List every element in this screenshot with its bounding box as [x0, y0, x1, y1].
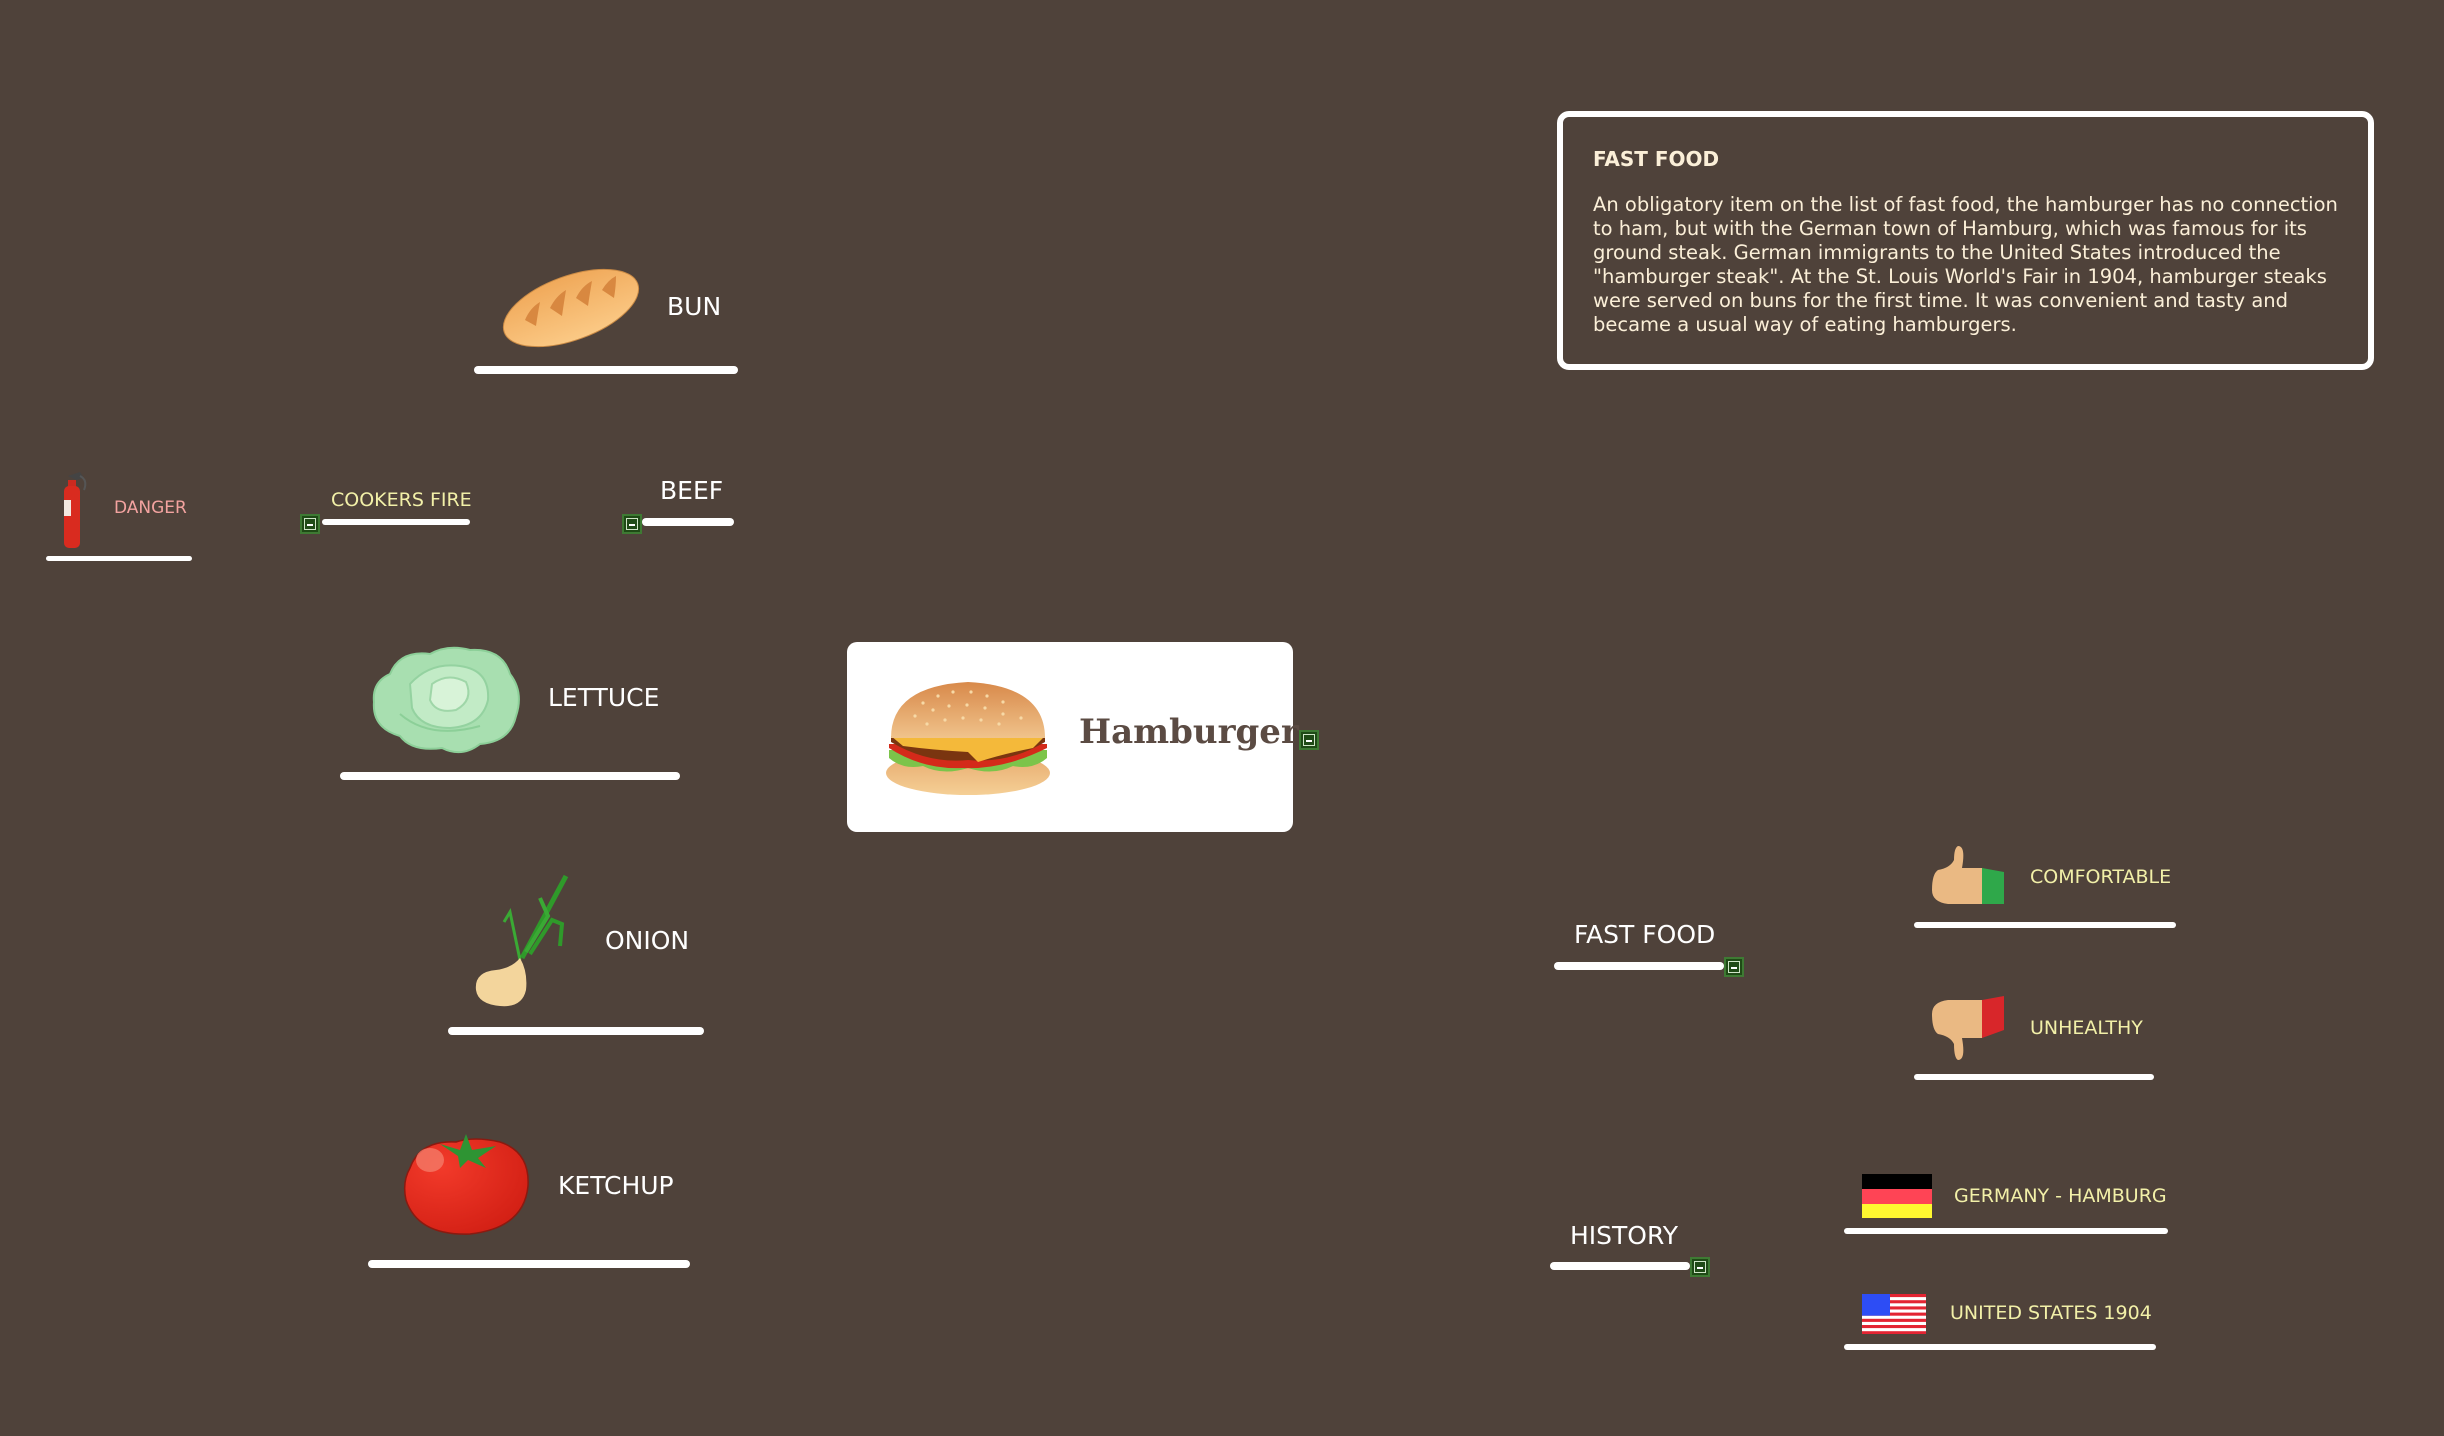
central-topic-title: Hamburger [1079, 712, 1299, 752]
connector [448, 1027, 704, 1035]
connector [1550, 1262, 1690, 1270]
branch-label: HISTORY [1570, 1221, 1679, 1250]
cookers-fire-collapse-toggle[interactable] [300, 514, 320, 534]
connector [340, 772, 680, 780]
info-note[interactable]: FAST FOOD An obligatory item on the list… [1557, 111, 2374, 370]
branch-label: FAST FOOD [1574, 920, 1716, 949]
info-note-title: FAST FOOD [1593, 147, 1720, 171]
hamburger-icon [886, 682, 1050, 795]
branch-label: COMFORTABLE [2030, 866, 2172, 888]
connector [474, 366, 738, 374]
branch-label: ONION [605, 926, 690, 955]
fire-extinguisher-icon [64, 472, 87, 548]
history-collapse-toggle[interactable] [1690, 1257, 1710, 1277]
branch-label: BUN [667, 292, 722, 321]
branch-label: GERMANY - HAMBURG [1954, 1185, 2167, 1207]
us-flag-icon [1862, 1294, 1926, 1334]
central-collapse-toggle[interactable] [1299, 730, 1319, 750]
onion-icon [475, 874, 569, 1007]
connector [46, 556, 192, 561]
connector [1844, 1228, 2168, 1234]
branch-label: DANGER [114, 498, 187, 518]
lettuce-icon [372, 646, 520, 754]
germany-flag-icon [1862, 1174, 1932, 1218]
bread-icon [502, 268, 640, 348]
thumbs-down-icon [1932, 996, 2004, 1060]
connector [322, 519, 470, 525]
fast-food-collapse-toggle[interactable] [1724, 957, 1744, 977]
branch-label: LETTUCE [548, 683, 660, 712]
connector [1914, 922, 2176, 928]
thumbs-up-icon [1932, 846, 2004, 904]
branch-label: UNHEALTHY [2030, 1017, 2143, 1039]
info-note-body: An obligatory item on the list of fast f… [1593, 193, 2338, 336]
connector [368, 1260, 690, 1268]
connector [1554, 962, 1724, 970]
branch-label: UNITED STATES 1904 [1950, 1302, 2152, 1324]
branch-label: BEEF [660, 476, 724, 505]
connector [1914, 1074, 2154, 1080]
connector [642, 518, 734, 526]
connector [1844, 1344, 2156, 1350]
branch-label: COOKERS FIRE [331, 489, 472, 511]
branch-label: KETCHUP [558, 1171, 674, 1200]
central-topic[interactable]: Hamburger [847, 642, 1299, 832]
tomato-icon [403, 1134, 529, 1235]
beef-collapse-toggle[interactable] [622, 514, 642, 534]
